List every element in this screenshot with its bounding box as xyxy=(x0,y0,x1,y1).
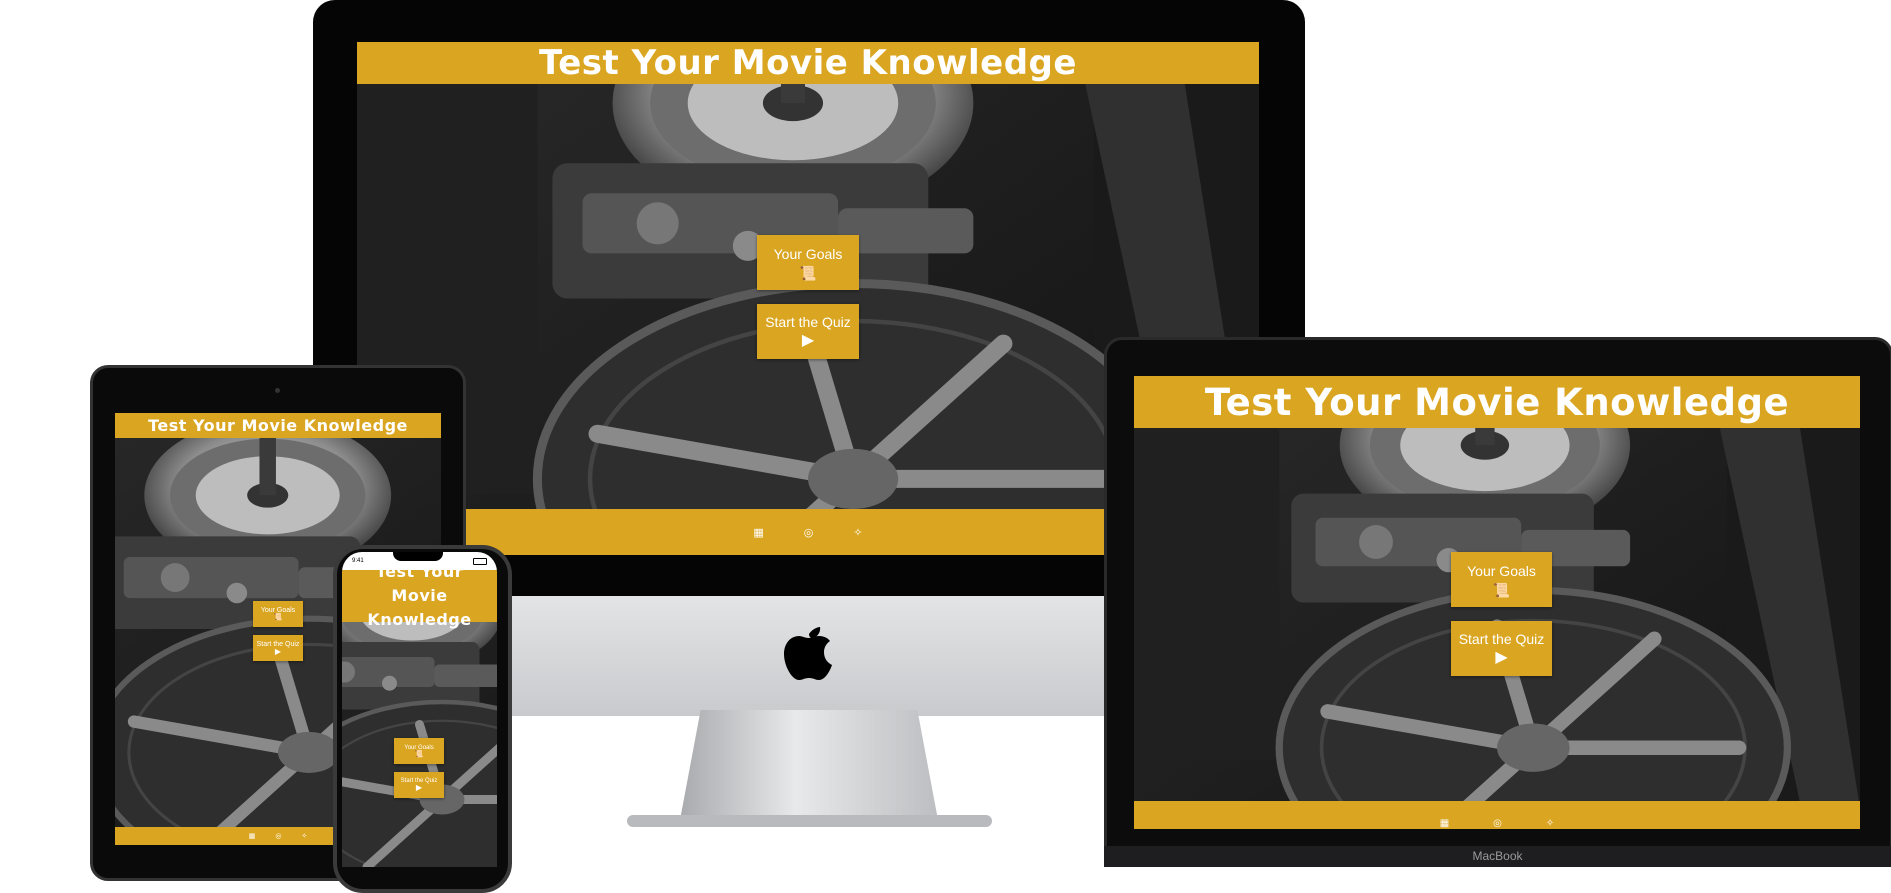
play-icon: ▶ xyxy=(274,646,282,656)
macbook-base: MacBook xyxy=(1104,846,1891,867)
play-icon: ▶ xyxy=(801,332,815,349)
start-quiz-button[interactable]: Start the Quiz ▶ xyxy=(1451,621,1552,676)
start-quiz-label: Start the Quiz xyxy=(765,314,851,330)
imac-foot xyxy=(627,815,992,827)
facebook-icon[interactable]: ▦ xyxy=(1440,818,1449,829)
your-goals-label: Your Goals xyxy=(773,245,843,262)
twitter-icon[interactable]: ✧ xyxy=(301,832,307,840)
page-title: Test Your Movie Knowledge xyxy=(1134,376,1860,428)
start-quiz-button[interactable]: Start the Quiz ▶ xyxy=(253,635,303,661)
scroll-icon: 📜 xyxy=(273,614,283,621)
instagram-icon[interactable]: ◎ xyxy=(275,832,281,840)
twitter-icon[interactable]: ✧ xyxy=(853,526,862,539)
your-goals-label: Your Goals xyxy=(1467,562,1536,579)
play-icon: ▶ xyxy=(415,783,423,792)
your-goals-label: Your Goals xyxy=(260,607,296,614)
apple-logo-icon xyxy=(783,620,835,682)
scroll-icon: 📜 xyxy=(799,264,817,281)
your-goals-button[interactable]: Your Goals 📜 xyxy=(1451,552,1552,607)
facebook-icon[interactable]: ▦ xyxy=(249,832,256,840)
your-goals-button[interactable]: Your Goals 📜 xyxy=(757,235,859,290)
iphone-screen: 9:41 Test Your Movie Knowledge Your Goal… xyxy=(342,552,497,867)
your-goals-button[interactable]: Your Goals 📜 xyxy=(394,738,444,764)
start-quiz-button[interactable]: Start the Quiz ▶ xyxy=(394,772,444,798)
macbook-label: MacBook xyxy=(1472,849,1523,863)
instagram-icon[interactable]: ◎ xyxy=(1493,818,1502,829)
instagram-icon[interactable]: ◎ xyxy=(804,526,814,539)
start-quiz-button[interactable]: Start the Quiz ▶ xyxy=(757,304,859,359)
ipad-camera xyxy=(275,388,280,393)
imac-stand xyxy=(680,710,938,820)
page-title: Test Your Movie Knowledge xyxy=(115,413,441,438)
scroll-icon: 📜 xyxy=(1492,581,1511,598)
page-title: Test Your Movie Knowledge xyxy=(357,42,1259,84)
your-goals-button[interactable]: Your Goals 📜 xyxy=(253,601,303,627)
macbook-screen: Test Your Movie Knowledge Your Goals 📜 S… xyxy=(1134,376,1860,829)
scroll-icon: 📜 xyxy=(414,750,424,758)
facebook-icon[interactable]: ▦ xyxy=(753,526,763,539)
start-quiz-label: Start the Quiz xyxy=(1458,631,1545,647)
page-title: Test Your Movie Knowledge xyxy=(342,562,497,629)
twitter-icon[interactable]: ✧ xyxy=(1546,818,1554,829)
footer: ▦ ◎ ✧ xyxy=(1134,801,1860,829)
play-icon: ▶ xyxy=(1495,649,1508,666)
